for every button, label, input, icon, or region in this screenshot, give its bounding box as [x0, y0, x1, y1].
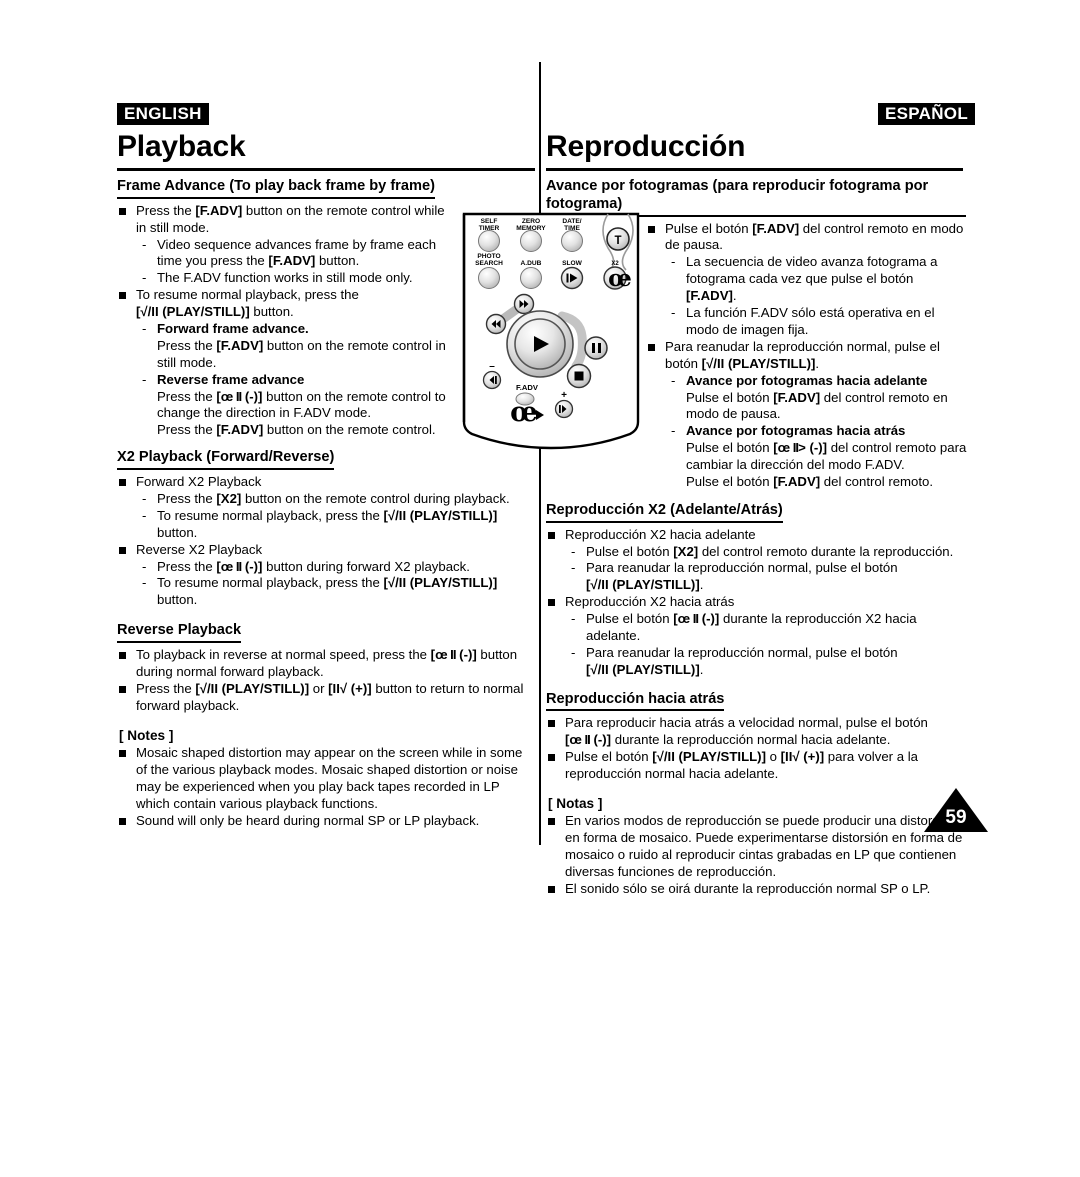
section-heading: Reproducción X2 (Adelante/Atrás)	[546, 502, 783, 523]
page-number: 59	[945, 807, 967, 828]
language-tag-spanish: ESPAÑOL	[878, 103, 976, 125]
sub-item-label: Reverse frame advance	[157, 371, 305, 387]
sub-item: Video sequence advances frame by frame e…	[136, 237, 457, 271]
label-zero-memory-1: ZERO	[522, 218, 540, 225]
page-title-spanish: Reproducción	[546, 130, 746, 163]
section-heading: Reverse Playback	[117, 622, 242, 643]
sub-item: Press the [X2] button on the remote cont…	[136, 491, 537, 508]
sub-item-text: Press the [F.ADV] button on the remote c…	[157, 337, 446, 370]
sub-item-label: Avance por fotogramas hacia atrás	[686, 423, 906, 439]
label-photo-search-2: SEARCH	[475, 260, 503, 267]
label-volume-minus: –	[489, 361, 495, 372]
bullet-text: Reproducción X2 hacia adelante	[565, 526, 756, 542]
bullet-text: To resume normal playback, press the [√/I…	[136, 287, 359, 320]
sub-item-label: Avance por fotogramas hacia adelante	[686, 372, 928, 388]
bullet-list: Reproducción X2 hacia adelante Pulse el …	[546, 527, 966, 679]
page-title-english: Playback	[117, 130, 246, 163]
label-f-adv: F.ADV	[516, 383, 539, 392]
bullet-text: Forward X2 Playback	[136, 474, 262, 490]
sub-list: Pulse el botón [X2] del control remoto d…	[565, 544, 966, 595]
stop-icon	[574, 371, 584, 381]
sub-item: La secuencia de video avanza fotograma a…	[665, 254, 965, 305]
sub-item: Pulse el botón [œ II (-)] durante la rep…	[565, 611, 966, 645]
label-zoom-t: T	[614, 235, 621, 247]
sub-list: La secuencia de video avanza fotograma a…	[665, 254, 965, 338]
sub-item-text-2: Pulse el botón [F.ADV] del control remot…	[686, 473, 934, 489]
list-item: Forward X2 Playback Press the [X2] butto…	[117, 474, 537, 542]
f-adv-glyph: œ	[510, 397, 538, 428]
sub-item-text: Pulse el botón [œ II> (-)] del control r…	[686, 440, 967, 473]
note-item: Mosaic shaped distortion may appear on t…	[117, 745, 536, 813]
section-reproduccion-x2: Reproducción X2 (Adelante/Atrás) Reprodu…	[546, 502, 966, 679]
sub-item-text-2: Press the [F.ADV] button on the remote c…	[157, 422, 436, 438]
label-self-timer-1: SELF	[481, 218, 498, 225]
list-item: Reproducción X2 hacia adelante Pulse el …	[546, 527, 966, 595]
section-reverse-playback: Reverse Playback To playback in reverse …	[117, 622, 537, 714]
label-date-time-1: DATE/	[562, 218, 581, 225]
notes-list: Mosaic shaped distortion may appear on t…	[117, 745, 537, 829]
sub-item: Avance por fotogramas hacia atrás Pulse …	[665, 423, 966, 491]
sub-item-text: Press the [œ II (-)] button on the remot…	[157, 388, 446, 421]
sub-item-label: Forward frame advance.	[157, 321, 309, 337]
sub-item: The F.ADV function works in still mode o…	[136, 270, 457, 287]
button-a-dub[interactable]	[520, 267, 542, 289]
section-reproduccion-hacia-atras: Reproducción hacia atrás Para reproducir…	[546, 691, 966, 783]
list-item: Pulse el botón [√/II (PLAY/STILL)] o [II…	[546, 749, 975, 783]
sub-list: Press the [œ II (-)] button during forwa…	[136, 559, 537, 610]
list-item: Para reproducir hacia atrás a velocidad …	[546, 715, 975, 749]
sub-item-text: Pulse el botón [F.ADV] del control remot…	[686, 389, 948, 422]
list-item: Reverse X2 Playback Press the [œ II (-)]…	[117, 542, 537, 610]
manual-page: ENGLISH ESPAÑOL Playback Reproducción Fr…	[0, 0, 1080, 1177]
button-zero-memory[interactable]	[520, 230, 542, 252]
list-item: Press the [√/II (PLAY/STILL)] or [II√ (+…	[117, 681, 536, 715]
sub-item: To resume normal playback, press the [√/…	[136, 575, 537, 609]
note-item: Sound will only be heard during normal S…	[117, 813, 536, 830]
section-x2-playback: X2 Playback (Forward/Reverse) Forward X2…	[117, 449, 537, 609]
bullet-list: To playback in reverse at normal speed, …	[117, 647, 537, 715]
remote-control-illustration: SELF TIMER ZERO MEMORY DATE/ TIME T PHOT…	[462, 212, 640, 450]
bullet-text: Reverse X2 Playback	[136, 541, 263, 557]
bullet-list: Forward X2 Playback Press the [X2] butto…	[117, 474, 537, 609]
sub-item: Para reanudar la reproducción normal, pu…	[565, 560, 916, 594]
button-self-timer[interactable]	[478, 230, 500, 252]
language-tag-english: ENGLISH	[117, 103, 209, 125]
sub-list: Pulse el botón [œ II (-)] durante la rep…	[565, 611, 966, 679]
list-item: To playback in reverse at normal speed, …	[117, 647, 536, 681]
list-item: Para reanudar la reproducción normal, pu…	[646, 339, 966, 491]
x2-oe-glyph: œ	[608, 265, 632, 292]
title-rule-spanish	[546, 168, 963, 171]
notes-header: [ Notas ]	[548, 796, 603, 812]
label-photo-search-1: PHOTO	[477, 253, 500, 260]
button-pause[interactable]	[584, 336, 608, 360]
button-date-time[interactable]	[561, 230, 583, 252]
sub-item: Para reanudar la reproducción normal, pu…	[565, 645, 916, 679]
bullet-text: Press the [F.ADV] button on the remote c…	[136, 202, 445, 235]
sub-item: La función F.ADV sólo está operativa en …	[665, 305, 965, 339]
section-heading: X2 Playback (Forward/Reverse)	[117, 449, 335, 471]
sub-item: Press the [œ II (-)] button during forwa…	[136, 559, 537, 576]
list-item: Pulse el botón [F.ADV] del control remot…	[646, 221, 965, 339]
title-rule-english	[117, 168, 535, 171]
bullet-text: Reproducción X2 hacia atrás	[565, 594, 735, 610]
notes-header: [ Notes ]	[119, 727, 174, 743]
note-item: El sonido sólo se oirá durante la reprod…	[546, 881, 973, 898]
sub-item: Pulse el botón [X2] del control remoto d…	[565, 544, 966, 561]
sub-item: To resume normal playback, press the [√/…	[136, 508, 537, 542]
label-volume-plus: +	[561, 390, 567, 401]
sub-list: Press the [X2] button on the remote cont…	[136, 491, 537, 542]
list-item: Reproducción X2 hacia atrás Pulse el bot…	[546, 594, 966, 678]
sub-item: Avance por fotogramas hacia adelante Pul…	[665, 373, 965, 424]
notes-list: En varios modos de reproducción se puede…	[546, 813, 966, 897]
label-slow: SLOW	[562, 260, 583, 267]
note-item: En varios modos de reproducción se puede…	[546, 813, 973, 881]
section-heading: Frame Advance (To play back frame by fra…	[117, 178, 435, 199]
button-photo-search[interactable]	[478, 267, 500, 289]
bullet-list: Para reproducir hacia atrás a velocidad …	[546, 715, 966, 783]
sub-list: Avance por fotogramas hacia adelante Pul…	[665, 373, 966, 491]
label-a-dub: A.DUB	[521, 260, 542, 267]
section-heading: Reproducción hacia atrás	[546, 691, 725, 712]
